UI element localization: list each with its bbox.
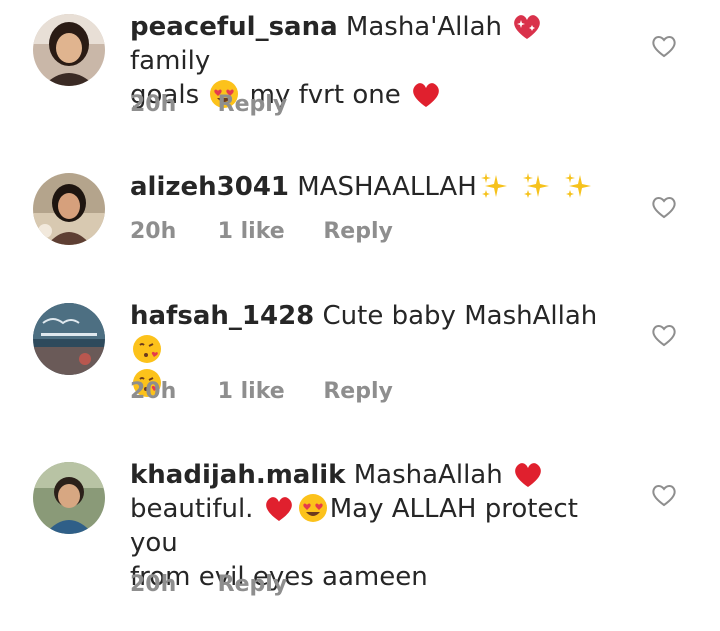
comment-time[interactable]: 20h: [130, 378, 210, 406]
avatar[interactable]: [33, 14, 105, 86]
comment-time[interactable]: 20h: [130, 91, 210, 119]
like-heart-icon[interactable]: [651, 195, 677, 219]
comment-meta: 20h 1 like Reply: [130, 378, 393, 406]
comment-username[interactable]: khadijah.malik: [130, 460, 345, 490]
avatar[interactable]: [33, 303, 105, 375]
sparkles-emoji: [480, 173, 507, 198]
comment-time[interactable]: 20h: [130, 571, 210, 599]
comment-body: MashaAllah: [353, 460, 503, 490]
reply-button[interactable]: Reply: [218, 571, 288, 599]
sparkles-emoji: [565, 173, 592, 198]
like-heart-icon[interactable]: [651, 34, 677, 58]
reply-button[interactable]: Reply: [218, 91, 288, 119]
comment-meta: 20h Reply: [130, 571, 287, 599]
red-heart-emoji: [265, 497, 292, 521]
reply-button[interactable]: Reply: [323, 218, 393, 246]
comment-username[interactable]: peaceful_sana: [130, 12, 338, 42]
like-count[interactable]: 1 like: [218, 218, 316, 246]
comment-text: alizeh3041 MASHAALLAH: [130, 170, 630, 204]
comment-body: Cute baby MashAllah: [322, 301, 598, 331]
comment-meta: 20h 1 like Reply: [130, 218, 393, 246]
comment-body: family: [130, 46, 211, 76]
avatar[interactable]: [33, 173, 105, 245]
comment-meta: 20h Reply: [130, 91, 287, 119]
like-count[interactable]: 1 like: [218, 378, 316, 406]
comment-body: Masha'Allah: [345, 12, 503, 42]
like-heart-icon[interactable]: [651, 483, 677, 507]
avatar[interactable]: [33, 462, 105, 534]
sparkles-emoji: [523, 173, 550, 198]
like-heart-icon[interactable]: [651, 323, 677, 347]
comment-time[interactable]: 20h: [130, 218, 210, 246]
red-heart-emoji: [413, 83, 439, 107]
sparkling-heart-emoji: [514, 15, 541, 39]
comment-body: beautiful.: [130, 494, 254, 524]
kissing-heart-emoji: [133, 335, 161, 363]
comment-body: MASHAALLAH: [297, 172, 477, 202]
reply-button[interactable]: Reply: [323, 378, 393, 406]
comment-username[interactable]: hafsah_1428: [130, 301, 314, 331]
heart-eyes-emoji: [298, 494, 327, 522]
comment-username[interactable]: alizeh3041: [130, 172, 289, 202]
red-heart-emoji: [515, 463, 541, 487]
